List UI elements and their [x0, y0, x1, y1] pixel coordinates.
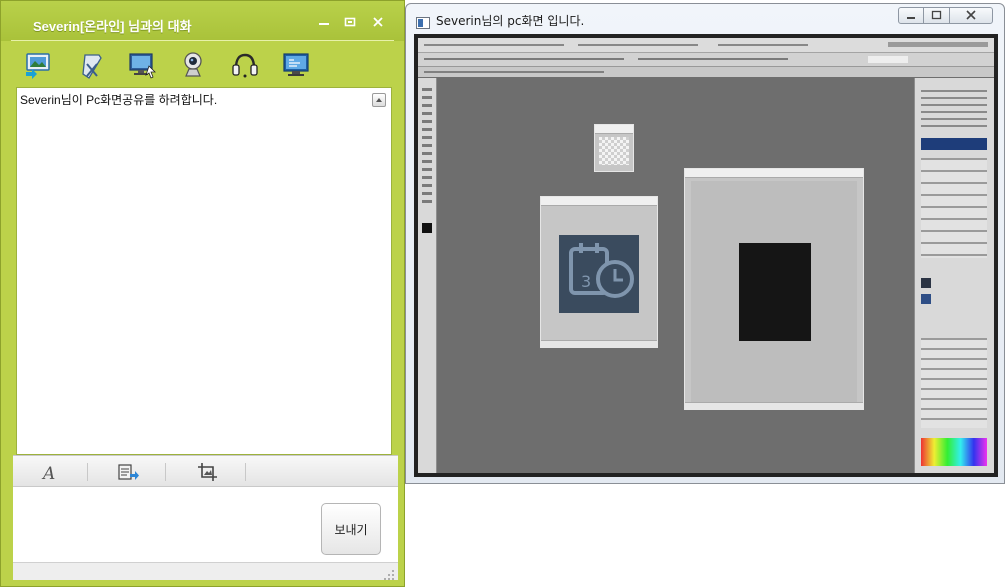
remote-desktop-icon[interactable]	[281, 50, 311, 80]
remote-doc-canvas	[684, 168, 864, 410]
screen-share-icon[interactable]	[127, 50, 157, 80]
svg-text:A: A	[41, 464, 55, 482]
send-file-icon[interactable]	[77, 50, 107, 80]
share-window-title: Severin님의 pc화면 입니다.	[436, 14, 585, 28]
share-photo-icon[interactable]	[23, 50, 53, 80]
webcam-icon[interactable]	[178, 50, 208, 80]
close-icon[interactable]	[371, 16, 385, 28]
chat-log[interactable]: Severin님이 Pc화면공유를 하려합니다.	[16, 87, 392, 455]
remote-screen-view[interactable]: 3	[414, 34, 998, 477]
resize-grip-icon[interactable]	[383, 566, 395, 580]
window-controls	[898, 7, 998, 25]
title-divider	[11, 40, 394, 41]
window-app-icon	[416, 14, 430, 29]
remote-layers-panel	[914, 78, 994, 473]
svg-text:3: 3	[581, 272, 591, 291]
maximize-icon[interactable]	[343, 16, 357, 28]
remote-tool-palette	[418, 78, 437, 473]
chat-title-bar[interactable]: Severin[온라인] 님과의 대화	[1, 1, 404, 41]
status-bar	[13, 562, 398, 580]
headset-icon[interactable]	[230, 50, 260, 80]
screen-share-window: Severin님의 pc화면 입니다. 3	[405, 3, 1005, 484]
remote-doc-small	[594, 124, 634, 172]
maximize-icon[interactable]	[923, 7, 950, 24]
message-input[interactable]: 보내기	[13, 487, 398, 562]
remote-options-bar-2	[418, 67, 994, 77]
toolbar-separator	[87, 463, 88, 481]
system-message: Severin님이 Pc화면공유를 하려합니다.	[20, 93, 218, 107]
chat-toolbar	[1, 42, 404, 86]
minimize-icon[interactable]	[898, 7, 924, 24]
screen-capture-icon[interactable]	[197, 462, 219, 482]
format-toolbar: A	[13, 455, 398, 487]
chat-window: Severin[온라인] 님과의 대화 Severin님이 Pc화면공유를 하려…	[0, 0, 405, 587]
remote-doc-icon: 3	[540, 196, 658, 348]
toolbar-separator	[245, 463, 246, 481]
close-icon[interactable]	[949, 7, 993, 24]
remote-options-bar	[418, 53, 994, 67]
file-transfer-icon[interactable]	[117, 462, 139, 482]
remote-menubar	[418, 38, 994, 53]
remote-screen-image: 3	[418, 38, 994, 473]
scroll-up-button[interactable]	[372, 93, 386, 107]
send-button[interactable]: 보내기	[321, 503, 381, 555]
chat-title: Severin[온라인] 님과의 대화	[33, 19, 192, 34]
minimize-icon[interactable]	[317, 16, 331, 28]
toolbar-separator	[165, 463, 166, 481]
font-icon[interactable]: A	[39, 462, 61, 484]
